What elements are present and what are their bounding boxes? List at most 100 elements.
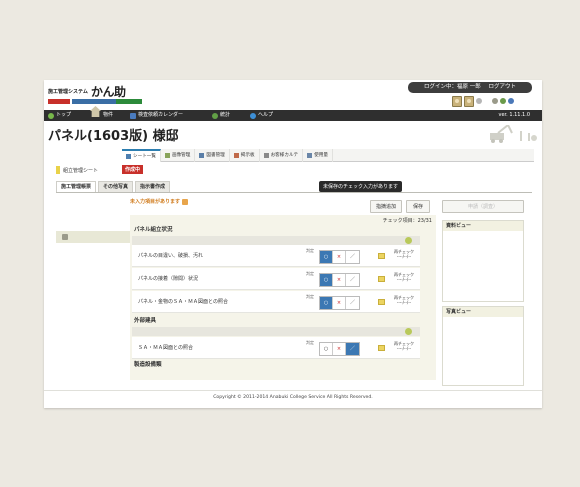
judgement-selector: ○ × ／ [319,273,360,287]
document-tabs: 施工管理帳票 その他写真 指示書作成 [56,181,171,192]
help-icon [250,112,256,119]
section-toolbar [132,327,420,336]
header: 施工管理システム かん助 ログイン中：福原 一郎 ログアウト [44,80,542,110]
check-icon [62,234,68,240]
check-count: チェック項目：23/31 [382,218,432,224]
user-avatar-icon[interactable] [452,95,462,107]
check-item-name: ＳＡ・ＭＡ図面との照合 [138,345,193,351]
pen-icon[interactable] [405,328,412,335]
checklist-area: チェック項目：23/31 パネル組立状況 パネルの目違い、破損、汚れ 判定 ○ … [130,215,436,380]
construction-illustration [490,125,537,143]
login-status: ログイン中：福原 一郎 [423,84,481,90]
sub-tabs: シート一覧 画像管理 図書管理 掲示板 お客様カルテ 使用量 [122,149,534,162]
stats-icon [212,112,218,119]
nav-item-property[interactable]: 物件 [90,106,114,121]
nav-item-top[interactable]: トップ [48,110,71,121]
logo-bar-blue [72,99,116,104]
logo-text: かん助 [91,85,126,99]
top-icon [48,112,54,119]
logout-link[interactable]: ログアウト [488,84,516,90]
judge-label: 判定 [306,294,314,299]
nav-item-calendar[interactable]: 検査依頼カレンダー [130,110,183,121]
tab-usage[interactable]: 使用量 [303,149,333,162]
memo-icon[interactable] [378,345,385,351]
judge-label: 判定 [306,340,314,345]
book-icon [199,153,205,158]
judgement-selector: ○ × ／ [319,342,360,356]
calendar-icon [130,112,136,119]
tab-customer-record[interactable]: お客様カルテ [260,149,304,162]
memo-icon[interactable] [378,253,385,259]
memo-icon[interactable] [378,299,385,305]
apply-button[interactable]: 申請（調査） [442,200,524,213]
add-instruction-button[interactable]: 指摘追加 [370,200,402,213]
status-badge: 作成中 [122,165,144,174]
section-header: 製造設備類 [134,362,162,368]
check-item-name: パネルの目違い、破損、汚れ [138,253,204,259]
judgement-selector: ○ × ／ [319,250,360,264]
tab-construction-report[interactable]: 施工管理帳票 [56,181,97,192]
option-ng[interactable]: × [333,251,346,263]
option-ok[interactable]: ○ [320,297,333,309]
page-title: パネル(1603版) 様邸 [48,129,179,144]
memo-icon[interactable] [378,276,385,282]
recheck-info: 再チェック ----/--/-- [394,272,414,282]
check-row: パネルの接着（隙間）状況 判定 ○ × ／ 再チェック ----/--/-- [132,268,420,290]
section-header: 外部建具 [134,318,157,324]
panel-title: 資料ビュー [443,221,523,231]
user-avatar-icon[interactable] [464,95,474,107]
version-label: ver. 1.11.1.0 [498,112,530,118]
image-icon [164,153,170,158]
list-icon [126,154,131,159]
board-icon [233,153,239,158]
customer-icon [263,153,269,158]
option-na[interactable]: ／ [346,251,359,263]
tab-instruction-create[interactable]: 指示書作成 [135,181,171,192]
option-ok[interactable]: ○ [320,274,333,286]
section-header: パネル組立状況 [134,227,173,233]
tab-document-management[interactable]: 図書管理 [195,149,230,162]
option-ng[interactable]: × [333,343,346,355]
option-ng[interactable]: × [333,274,346,286]
system-label: 施工管理システム [48,89,88,95]
option-ok[interactable]: ○ [320,343,333,355]
option-na[interactable]: ／ [346,274,359,286]
login-box: ログイン中：福原 一郎 ログアウト [408,82,532,93]
tab-other-photos[interactable]: その他写真 [98,181,134,192]
option-ng[interactable]: × [333,297,346,309]
nav-item-stats[interactable]: 統計 [212,110,230,121]
tab-sheet-list[interactable]: シート一覧 [122,149,161,162]
nav-item-help[interactable]: ヘルプ [250,110,273,121]
tab-divider [56,192,532,193]
item-marker [56,231,130,243]
check-row: パネル・金物のＳＡ・ＭＡ図面との照合 判定 ○ × ／ 再チェック ----/-… [132,291,420,313]
logo-bar-green [116,99,142,104]
settings-icon[interactable] [476,98,482,104]
check-row: ＳＡ・ＭＡ図面との照合 判定 ○ × ／ 再チェック ----/--/-- [132,337,420,359]
sheet-name: 組立管理シート [56,166,98,174]
pen-icon[interactable] [405,237,412,244]
tab-image-management[interactable]: 画像管理 [161,149,196,162]
edit-icon[interactable] [182,198,189,205]
panel-title: 写真ビュー [443,307,523,317]
option-na[interactable]: ／ [346,297,359,309]
judgement-selector: ○ × ／ [319,296,360,310]
status-dot-icon [492,98,498,104]
check-row: パネルの目違い、破損、汚れ 判定 ○ × ／ 再チェック ----/--/-- [132,245,420,267]
option-ok[interactable]: ○ [320,251,333,263]
section-toolbar [132,236,420,245]
save-button[interactable]: 保存 [406,200,430,213]
document-view-panel: 資料ビュー [442,220,524,302]
tab-bulletin-board[interactable]: 掲示板 [230,149,260,162]
photo-view-panel: 写真ビュー [442,306,524,386]
usage-icon [307,153,313,158]
check-item-name: パネル・金物のＳＡ・ＭＡ図面との照合 [138,299,228,305]
option-na[interactable]: ／ [346,343,359,355]
logo-bar-red [48,99,70,104]
status-dot-icon [500,98,506,104]
judge-label: 判定 [306,248,314,253]
status-dot-icon [508,98,514,104]
header-icons [452,95,514,107]
recheck-info: 再チェック ----/--/-- [394,341,414,351]
check-item-name: パネルの接着（隙間）状況 [138,276,199,282]
